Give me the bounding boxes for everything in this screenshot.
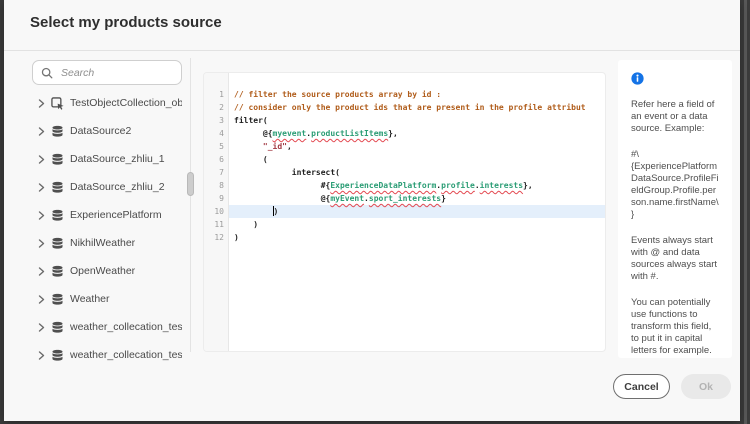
- chevron-right-icon[interactable]: [38, 127, 45, 136]
- code-line-active[interactable]: ): [229, 205, 605, 218]
- line-number: 4: [204, 127, 228, 140]
- sidebar-scrollbar-track: [190, 58, 191, 352]
- line-number: 11: [204, 218, 228, 231]
- source-item[interactable]: Weather: [32, 285, 182, 313]
- background-scrollbar: [744, 0, 747, 424]
- code-line[interactable]: // consider only the product ids that ar…: [229, 101, 605, 114]
- line-number: 3: [204, 114, 228, 127]
- database-icon: [51, 265, 64, 278]
- line-number: 2: [204, 101, 228, 114]
- chevron-right-icon[interactable]: [38, 183, 45, 192]
- database-icon: [51, 209, 64, 222]
- source-item[interactable]: weather_collecation_test_2: [32, 341, 182, 369]
- chevron-right-icon[interactable]: [38, 351, 45, 360]
- source-item-label: ExperiencePlatform: [70, 209, 162, 221]
- source-item[interactable]: NikhilWeather: [32, 229, 182, 257]
- help-text: Refer here a field of an event or a data…: [631, 99, 719, 358]
- code-line[interactable]: (: [229, 153, 605, 166]
- line-number: 8: [204, 179, 228, 192]
- source-item[interactable]: weather_collecation_test: [32, 313, 182, 341]
- database-icon: [51, 321, 64, 334]
- source-item[interactable]: DataSource_zhliu_2: [32, 173, 182, 201]
- line-number: 12: [204, 231, 228, 244]
- line-number: 9: [204, 192, 228, 205]
- sources-sidebar: TestObjectCollection_objCase DataSource2 D…: [32, 60, 182, 369]
- database-icon: [51, 237, 64, 250]
- code-line[interactable]: @{myEvent.sport_interests}: [229, 192, 605, 205]
- dialog-title: Select my products source: [30, 14, 222, 31]
- database-icon: [51, 293, 64, 306]
- cancel-button[interactable]: Cancel: [613, 374, 670, 399]
- chevron-right-icon[interactable]: [38, 99, 45, 108]
- line-number: 1: [204, 88, 228, 101]
- code-line[interactable]: intersect(: [229, 166, 605, 179]
- object-collection-icon: [51, 97, 64, 110]
- source-item-label: weather_collecation_test_2: [70, 349, 182, 361]
- search-icon: [41, 67, 53, 79]
- title-divider: [4, 50, 740, 51]
- help-paragraph: #\ {ExperiencePlatformDataSource.Profile…: [631, 149, 719, 221]
- code-line[interactable]: @{myevent.productListItems},: [229, 127, 605, 140]
- code-line[interactable]: ): [229, 218, 605, 231]
- chevron-right-icon[interactable]: [38, 155, 45, 164]
- source-item[interactable]: DataSource2: [32, 117, 182, 145]
- line-number-gutter: 123456789101112: [204, 73, 229, 351]
- source-item[interactable]: DataSource_zhliu_1: [32, 145, 182, 173]
- chevron-right-icon[interactable]: [38, 211, 45, 220]
- database-icon: [51, 181, 64, 194]
- code-line[interactable]: filter(: [229, 114, 605, 127]
- help-paragraph: Refer here a field of an event or a data…: [631, 99, 719, 135]
- line-number: 5: [204, 140, 228, 153]
- source-item-label: OpenWeather: [70, 265, 135, 277]
- search-input[interactable]: [59, 66, 173, 80]
- source-item[interactable]: TestObjectCollection_objCase: [32, 89, 182, 117]
- code-area[interactable]: // filter the source products array by i…: [229, 73, 605, 351]
- database-icon: [51, 125, 64, 138]
- chevron-right-icon[interactable]: [38, 239, 45, 248]
- database-icon: [51, 153, 64, 166]
- source-item-label: NikhilWeather: [70, 237, 135, 249]
- info-icon: [631, 72, 719, 90]
- code-line[interactable]: "_id",: [229, 140, 605, 153]
- help-panel: Refer here a field of an event or a data…: [618, 60, 732, 358]
- source-item-label: Weather: [70, 293, 110, 305]
- code-line[interactable]: ): [229, 231, 605, 244]
- source-item-label: DataSource_zhliu_2: [70, 181, 165, 193]
- line-number: 7: [204, 166, 228, 179]
- select-source-dialog: Select my products source TestObjectColl…: [4, 0, 740, 421]
- chevron-right-icon[interactable]: [38, 295, 45, 304]
- chevron-right-icon[interactable]: [38, 267, 45, 276]
- help-paragraph: You can potentially use functions to tra…: [631, 297, 719, 358]
- code-line[interactable]: #{ExperienceDataPlatform.profile.interes…: [229, 179, 605, 192]
- source-item-label: TestObjectCollection_objCase: [70, 97, 182, 109]
- source-item-label: weather_collecation_test: [70, 321, 182, 333]
- search-box[interactable]: [32, 60, 182, 85]
- source-item-label: DataSource_zhliu_1: [70, 153, 165, 165]
- line-number: 10: [204, 205, 228, 218]
- line-number: 6: [204, 153, 228, 166]
- ok-button[interactable]: Ok: [681, 374, 731, 399]
- source-list: TestObjectCollection_objCase DataSource2 D…: [32, 89, 182, 369]
- sidebar-scrollbar-thumb[interactable]: [187, 172, 194, 196]
- expression-editor[interactable]: 123456789101112 // filter the source pro…: [203, 72, 606, 352]
- source-item-label: DataSource2: [70, 125, 131, 137]
- chevron-right-icon[interactable]: [38, 323, 45, 332]
- source-item[interactable]: OpenWeather: [32, 257, 182, 285]
- database-icon: [51, 349, 64, 362]
- source-item[interactable]: ExperiencePlatform: [32, 201, 182, 229]
- code-line[interactable]: // filter the source products array by i…: [229, 88, 605, 101]
- help-paragraph: Events always start with @ and data sour…: [631, 235, 719, 283]
